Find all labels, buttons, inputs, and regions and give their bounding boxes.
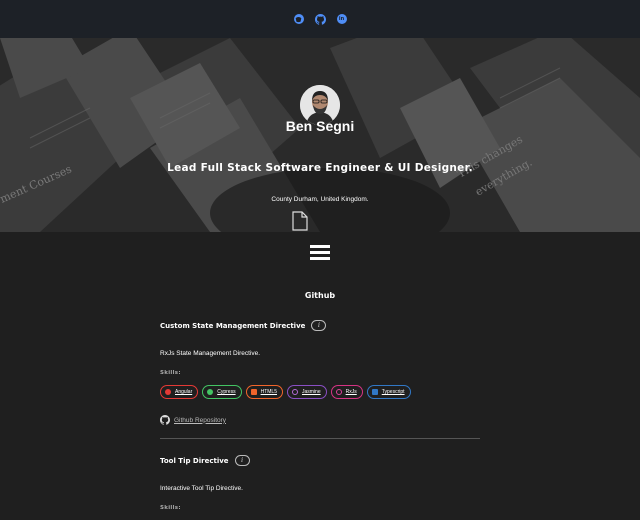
- info-icon[interactable]: i: [234, 455, 250, 466]
- github-repository-label: Github Repository: [174, 416, 227, 424]
- top-bar: in: [0, 0, 640, 38]
- skill-label: HTML5: [260, 389, 277, 395]
- skill-label: Typescript: [381, 389, 405, 395]
- github-icon[interactable]: [314, 13, 326, 25]
- skill-label: Cypress: [217, 389, 236, 395]
- profile-role: Lead Full Stack Software Engineer & UI D…: [167, 162, 473, 174]
- project-title-row: Tool Tip Directive i: [160, 455, 480, 466]
- project-card: Custom State Management Directive i RxJs…: [160, 320, 480, 430]
- angular-icon: [165, 389, 171, 395]
- project-title-row: Custom State Management Directive i: [160, 320, 480, 331]
- skills-label: Skills:: [160, 505, 181, 511]
- html5-icon: [250, 389, 257, 395]
- project-divider: [160, 438, 480, 439]
- section-title-github: Github: [304, 291, 336, 300]
- cypress-icon: [207, 389, 214, 395]
- skill-chip-typescript[interactable]: Typescript: [366, 385, 411, 399]
- profile-location: County Durham, United Kingdom.: [271, 196, 369, 203]
- skill-chip-angular[interactable]: Angular: [160, 385, 199, 399]
- rxjs-icon: [335, 389, 342, 395]
- document-icon[interactable]: [291, 211, 309, 232]
- project-description: Interactive Tool Tip Directive.: [160, 485, 243, 492]
- profile-name: Ben Segni: [285, 118, 355, 134]
- skill-chip-jasmine[interactable]: Jasmine: [286, 385, 327, 399]
- typescript-icon: [371, 389, 378, 395]
- hero-banner: ment Courses This changes everything. Be…: [0, 38, 640, 232]
- linkedin-icon[interactable]: in: [336, 14, 347, 24]
- jasmine-icon: [291, 389, 298, 395]
- skills-label: Skills:: [160, 370, 181, 376]
- project-title: Custom State Management Directive: [160, 321, 306, 330]
- skill-chip-html5[interactable]: HTML5: [245, 385, 283, 399]
- skill-label: Angular: [175, 389, 193, 395]
- skill-chip-rxjs[interactable]: RxJs: [330, 385, 363, 399]
- info-icon[interactable]: i: [311, 320, 327, 331]
- skill-label: RxJs: [345, 389, 357, 395]
- skills-list: Angular Cypress HTML5 Jasmine RxJs Types…: [160, 385, 411, 399]
- hamburger-menu-icon[interactable]: [310, 245, 330, 260]
- project-title: Tool Tip Directive: [160, 456, 229, 465]
- skill-label: Jasmine: [301, 389, 321, 395]
- project-card: Tool Tip Directive i Interactive Tool Ti…: [160, 455, 480, 520]
- skill-chip-cypress[interactable]: Cypress: [202, 385, 242, 399]
- github-repository-link[interactable]: Github Repository: [160, 415, 226, 425]
- project-description: RxJs State Management Directive.: [160, 350, 261, 357]
- github-icon: [160, 415, 170, 425]
- discord-icon[interactable]: [293, 14, 304, 24]
